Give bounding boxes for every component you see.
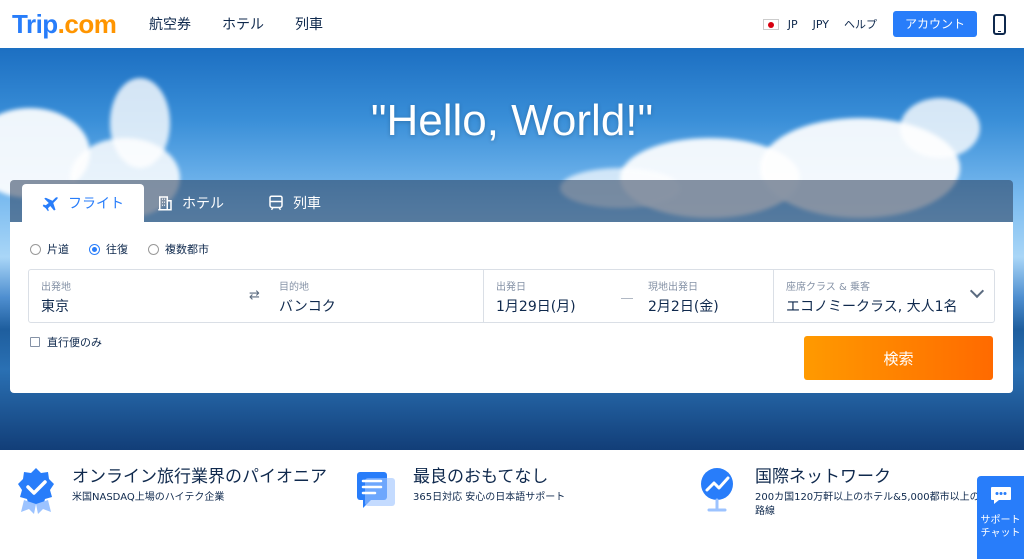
chat-doc-icon <box>357 472 395 508</box>
hotel-icon <box>158 196 172 211</box>
date-range-dash <box>621 298 633 299</box>
nav-flights[interactable]: 航空券 <box>149 14 191 34</box>
depart-date-field[interactable]: 出発日 1月29日(月) <box>484 270 619 322</box>
airplane-icon <box>42 197 58 212</box>
nav-trains[interactable]: 列車 <box>295 14 323 34</box>
search-fields: 出発地 東京 ⇄ 目的地 バンコク 出発日 1月29日(月) 現地出発日 2月2… <box>28 269 995 323</box>
swap-icon[interactable]: ⇄ <box>249 289 263 302</box>
currency-selector[interactable]: JPY <box>813 18 829 31</box>
flight-search-panel: 片道 往復 複数都市 出発地 東京 ⇄ 目的地 バンコク 出発日 1月29日(月… <box>10 222 1013 393</box>
language-selector[interactable]: JP <box>788 18 798 31</box>
radio-multi-city[interactable]: 複数都市 <box>148 241 209 257</box>
search-tabs: フライト ホテル 列車 <box>10 180 1013 222</box>
account-button[interactable]: アカウント <box>892 11 977 37</box>
logo[interactable]: Trip.com <box>12 9 117 40</box>
header-utilities: JP JPY ヘルプ アカウント <box>762 10 1024 38</box>
support-chat-button[interactable]: サポートチャット <box>977 476 1024 559</box>
nav-hotels[interactable]: ホテル <box>222 14 264 34</box>
mobile-app-icon[interactable] <box>993 13 1006 35</box>
return-date-field[interactable]: 現地出発日 2月2日(金) <box>636 270 771 322</box>
badge-check-icon <box>18 468 54 514</box>
tab-hotels[interactable]: ホテル <box>156 184 224 222</box>
top-header: Trip.com 航空券 ホテル 列車 JP JPY ヘルプ アカウント <box>0 0 1024 48</box>
checkbox-box <box>30 337 40 347</box>
globe-chart-icon <box>701 468 733 512</box>
hero-headline: "Hello, World!" <box>370 96 654 145</box>
japan-flag-icon[interactable] <box>762 18 779 30</box>
radio-one-way[interactable]: 片道 <box>30 241 69 257</box>
chat-bubble-icon <box>991 487 1011 504</box>
cabin-passenger-field[interactable]: 座席クラス & 乗客 エコノミークラス, 大人1名 <box>774 270 994 322</box>
train-icon <box>269 195 283 211</box>
origin-field[interactable]: 出発地 東京 <box>29 270 247 322</box>
features-strip: オンライン旅行業界のパイオニア 米国NASDAQ上場のハイテク企業 最良のおもて… <box>0 450 1024 559</box>
direct-only-checkbox[interactable]: 直行便のみ <box>30 334 102 350</box>
main-nav: 航空券 ホテル 列車 <box>149 14 323 34</box>
tab-trains[interactable]: 列車 <box>267 184 321 222</box>
search-button[interactable]: 検索 <box>804 336 993 380</box>
help-link[interactable]: ヘルプ <box>844 16 877 32</box>
radio-round-trip[interactable]: 往復 <box>89 241 128 257</box>
tab-flights[interactable]: フライト <box>22 184 144 222</box>
destination-field[interactable]: 目的地 バンコク <box>267 270 481 322</box>
trip-type-selector: 片道 往復 複数都市 <box>30 241 209 257</box>
